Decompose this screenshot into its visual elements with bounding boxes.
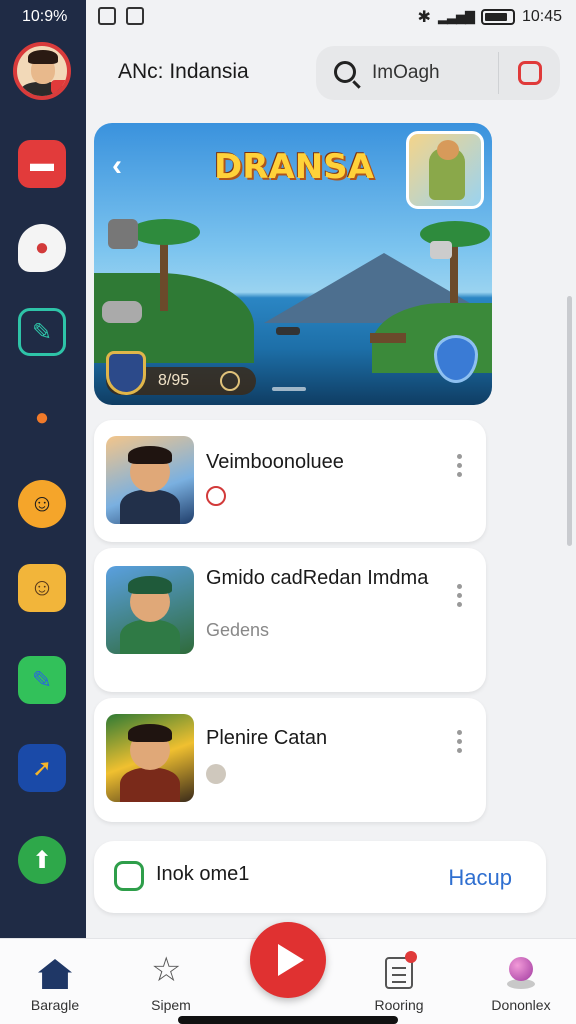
play-button[interactable] — [250, 922, 326, 998]
nav-item-favorites[interactable]: ☆ Sipem — [126, 947, 216, 1013]
game-card[interactable]: Veimboonoluee — [94, 420, 486, 542]
status-right: ✱ ▂▃▅▇ 10:45 — [418, 7, 562, 27]
game-thumbnail — [106, 566, 194, 654]
chevron-left-icon[interactable]: ‹ — [112, 149, 122, 183]
bluetooth-icon: ✱ — [417, 9, 431, 26]
scrollbar[interactable] — [567, 296, 572, 546]
search-icon — [334, 61, 356, 83]
arrow-up-right-icon[interactable]: ➚ — [18, 744, 66, 792]
star-icon: ☆ — [151, 951, 182, 989]
robot-icon — [108, 219, 138, 249]
user-avatar[interactable] — [13, 42, 71, 100]
nav-item-reports[interactable]: Rooring — [354, 947, 444, 1013]
search-bar[interactable]: ImOagh — [316, 46, 560, 100]
banner-dock — [370, 333, 406, 343]
featured-banner[interactable]: ‹ DRANSA 8/95 — [94, 123, 492, 405]
promo-card[interactable]: Inok ome1 Hacup — [94, 841, 546, 913]
side-rail: ▬ ● ✎ ● ☺ ☺ ✎ ➚ ⬆ — [0, 0, 86, 938]
notification-dot — [405, 951, 417, 963]
promo-text: Inok ome1 — [156, 863, 250, 885]
game-card[interactable]: Plenire Catan — [94, 698, 486, 822]
signal-icon: ▂▃▅▇ — [437, 9, 475, 24]
nav-label: Sipem — [151, 997, 191, 1013]
notification-icons — [98, 7, 144, 25]
filter-icon[interactable] — [518, 61, 542, 85]
status-time-right: 10:45 — [521, 8, 562, 25]
battery-icon — [480, 9, 515, 25]
leaf-icon — [114, 861, 144, 891]
orb-icon — [509, 957, 533, 981]
banner-title: DRANSA — [214, 147, 374, 187]
arrow-up-icon[interactable]: ⬆ — [18, 836, 66, 884]
more-options-icon[interactable] — [457, 584, 462, 607]
nav-item-home[interactable]: Baragle — [10, 947, 100, 1013]
palm-frond — [130, 219, 200, 245]
calendar-icon[interactable]: ▬ — [18, 140, 66, 188]
emoji-cap-icon[interactable]: ☺ — [18, 480, 66, 528]
status-bar: 10:9% ✱ ▂▃▅▇ 10:45 — [0, 0, 576, 34]
game-title: Plenire Catan — [206, 727, 328, 749]
car-icon — [102, 301, 142, 323]
search-input[interactable]: ImOagh — [372, 62, 440, 84]
emoji-glasses-icon[interactable]: ☺ — [18, 564, 66, 612]
nav-label: Baragle — [30, 997, 80, 1013]
more-options-icon[interactable] — [457, 730, 462, 753]
game-thumbnail — [106, 714, 194, 802]
home-icon — [38, 959, 72, 989]
rank-badge-icon[interactable] — [434, 335, 478, 383]
shield-badge-icon — [106, 351, 146, 395]
nav-label: Dononlex — [491, 997, 551, 1013]
more-options-icon[interactable] — [457, 454, 462, 477]
game-subtitle: Gedens — [206, 620, 270, 640]
search-divider — [498, 52, 499, 94]
page-title: ANc: Indansia — [118, 60, 249, 83]
notification-icon — [98, 7, 116, 25]
banner-boat — [276, 327, 300, 335]
game-title: Gmido cadRedan Imdma — [206, 567, 429, 589]
coin-icon — [220, 371, 240, 391]
hero-character-thumb[interactable] — [406, 131, 484, 209]
home-indicator[interactable] — [178, 1016, 398, 1024]
nav-item-profile[interactable]: Dononlex — [476, 947, 566, 1013]
game-card[interactable]: Gmido cadRedan Imdma Gedens — [94, 548, 486, 692]
promo-action-button[interactable]: Hacup — [448, 865, 512, 891]
notification-icon — [126, 7, 144, 25]
category-icon — [206, 764, 226, 784]
avatar-badge-icon — [51, 80, 67, 94]
game-thumbnail — [106, 436, 194, 524]
nav-label: Rooring — [374, 997, 424, 1013]
status-time-left: 10:9% — [22, 8, 68, 25]
carousel-indicator — [272, 387, 306, 391]
gadget-icon — [430, 241, 452, 259]
brush-icon[interactable]: ✎ — [18, 656, 66, 704]
game-title: Veimboonoluee — [206, 451, 344, 473]
edit-icon[interactable]: ✎ — [18, 308, 66, 356]
lollipop-icon[interactable]: ● — [18, 394, 66, 442]
category-icon — [206, 486, 226, 506]
game-controller-icon[interactable]: ● — [18, 224, 66, 272]
